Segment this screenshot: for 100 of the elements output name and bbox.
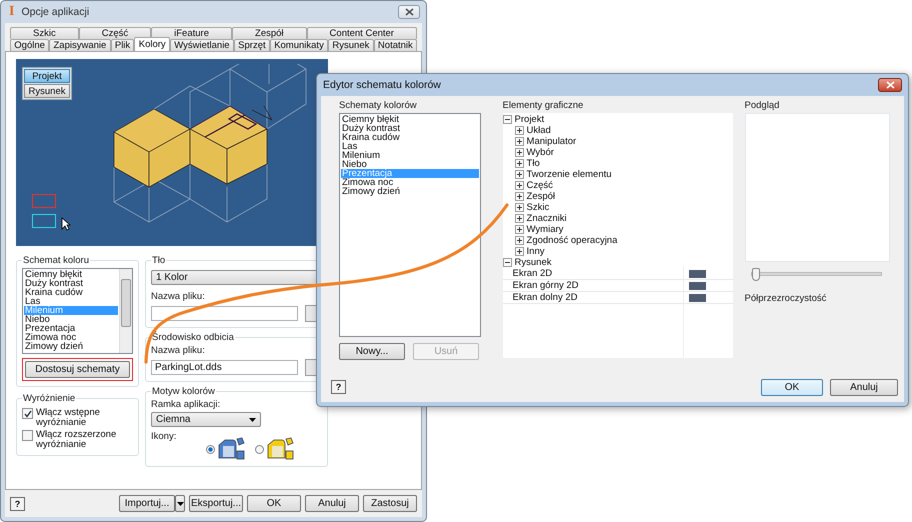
expander-icon[interactable] — [514, 170, 524, 179]
expander-icon[interactable] — [502, 258, 512, 267]
tree-item[interactable]: Ekran dolny 2D — [512, 292, 578, 302]
tab[interactable]: Rysunek — [328, 39, 374, 51]
radio-button[interactable] — [255, 444, 264, 454]
group-title: Schemat koloru — [22, 255, 90, 266]
tree-item[interactable]: Układ — [526, 126, 551, 136]
tree-item[interactable]: Szkic — [526, 202, 550, 212]
slider-label: Półprzezroczystość — [744, 293, 828, 304]
tab[interactable]: Notatnik — [374, 39, 418, 51]
tab[interactable]: Wyświetlanie — [170, 39, 234, 51]
list-item[interactable]: Zimowa noc — [24, 333, 118, 342]
expander-icon[interactable] — [514, 148, 524, 157]
tree-item[interactable]: Wymiary — [526, 224, 564, 234]
caret-icon — [176, 502, 184, 506]
color-swatch[interactable] — [688, 282, 706, 290]
dialog-button[interactable]: Eksportuj... — [189, 495, 243, 512]
group-title: Wyróżnienie — [22, 393, 76, 404]
tab[interactable]: Szkic — [10, 27, 79, 39]
expander-icon[interactable] — [514, 126, 524, 135]
tab[interactable]: Część — [78, 27, 152, 39]
close-icon — [404, 8, 414, 16]
expander-icon[interactable] — [514, 137, 524, 146]
list-item[interactable]: Duży kontrast — [341, 124, 479, 133]
caret-icon — [249, 418, 256, 422]
tab[interactable]: Komunikaty — [270, 39, 328, 51]
section-label: Elementy graficzne — [502, 100, 584, 111]
expander-icon[interactable] — [514, 247, 524, 256]
new-button[interactable]: Nowy... — [339, 343, 405, 360]
checkbox[interactable] — [22, 430, 33, 441]
list-item[interactable]: Zimowy dzień — [24, 342, 118, 351]
tab[interactable]: Ogólne — [10, 39, 50, 51]
list-item[interactable]: Prezentacja — [24, 324, 118, 333]
list-item[interactable]: Kraina cudów — [341, 133, 479, 142]
tree-item[interactable]: Tło — [526, 158, 540, 168]
tab[interactable]: Plik — [110, 39, 134, 51]
close-icon — [886, 81, 894, 89]
close-button[interactable] — [398, 5, 420, 19]
expander-icon[interactable] — [514, 236, 524, 245]
tab[interactable]: iFeature — [151, 27, 232, 39]
list-item[interactable]: Las — [341, 142, 479, 151]
expander-icon[interactable] — [514, 225, 524, 234]
tab[interactable]: Zespół — [232, 27, 307, 39]
tree-item[interactable]: Zgodność operacyjna — [526, 236, 618, 246]
tree-item[interactable]: Projekt — [514, 114, 544, 124]
close-button[interactable] — [878, 78, 902, 92]
help-button[interactable]: ? — [10, 496, 25, 510]
list-item[interactable]: Zimowy dzień — [341, 187, 479, 196]
file-label: Nazwa pliku: — [151, 345, 206, 356]
view-button[interactable]: Projekt — [24, 69, 70, 83]
tab[interactable]: Zapisywanie — [49, 39, 111, 51]
dialog-button[interactable]: Anuluj — [305, 495, 359, 512]
import-button[interactable]: Importuj... — [119, 495, 175, 512]
frame-dropdown[interactable]: Ciemna — [151, 412, 261, 427]
help-button[interactable]: ? — [331, 380, 346, 394]
tree-item[interactable]: Znaczniki — [526, 214, 567, 224]
dropdown-button[interactable] — [175, 495, 185, 512]
tree-item[interactable]: Inny — [526, 246, 544, 256]
list-item[interactable]: Las — [24, 297, 118, 306]
color-swatch[interactable] — [688, 294, 706, 302]
list-item[interactable]: Milenium — [341, 151, 479, 160]
list-item[interactable]: Zimowa noc — [341, 178, 479, 187]
expander-icon[interactable] — [514, 192, 524, 201]
tree-item[interactable]: Zespół — [526, 192, 556, 202]
file-name-field[interactable] — [151, 306, 298, 321]
tree-item[interactable]: Ekran górny 2D — [512, 280, 579, 290]
radio-button[interactable] — [206, 444, 216, 454]
expander-icon[interactable] — [514, 159, 524, 168]
expander-icon[interactable] — [514, 203, 524, 212]
checkbox[interactable] — [22, 408, 33, 419]
scrollbar[interactable] — [119, 269, 132, 353]
list-item[interactable]: Niebo — [24, 315, 118, 324]
list-item[interactable]: Ciemny błękit — [341, 115, 479, 124]
list-item[interactable]: Niebo — [341, 160, 479, 169]
tab[interactable]: Content Center — [306, 27, 417, 39]
dialog-button[interactable]: OK — [247, 495, 301, 512]
tree-item[interactable]: Manipulator — [526, 136, 576, 146]
slider-thumb[interactable] — [752, 268, 760, 281]
list-item[interactable]: Kraina cudów — [24, 288, 118, 297]
list-item[interactable]: Ciemny błękit — [24, 270, 118, 279]
tree-item[interactable]: Wybór — [526, 148, 554, 158]
tree-item[interactable]: Tworzenie elementu — [526, 170, 612, 180]
ok-button[interactable]: OK — [761, 378, 823, 396]
view-button[interactable]: Rysunek — [24, 84, 70, 98]
group-title: Środowisko odbicia — [151, 332, 235, 343]
file-name-field[interactable]: ParkingLot.dds — [151, 360, 298, 375]
expander-icon[interactable] — [514, 181, 524, 190]
tree-item[interactable]: Ekran 2D — [512, 268, 552, 278]
tree-item[interactable]: Rysunek — [514, 258, 552, 268]
expander-icon[interactable] — [514, 214, 524, 223]
tab[interactable]: Sprzęt — [234, 39, 270, 51]
customize-button[interactable]: Dostosuj schematy — [25, 361, 130, 378]
tab[interactable]: Kolory — [134, 37, 170, 51]
dialog-button[interactable]: Zastosuj — [363, 495, 417, 512]
cancel-button[interactable]: Anuluj — [830, 378, 898, 396]
tree-item[interactable]: Część — [526, 180, 553, 190]
list-item[interactable]: Duży kontrast — [24, 279, 118, 288]
expander-icon[interactable] — [502, 115, 512, 124]
selection-frame-icon — [32, 194, 56, 208]
color-swatch[interactable] — [688, 270, 706, 278]
